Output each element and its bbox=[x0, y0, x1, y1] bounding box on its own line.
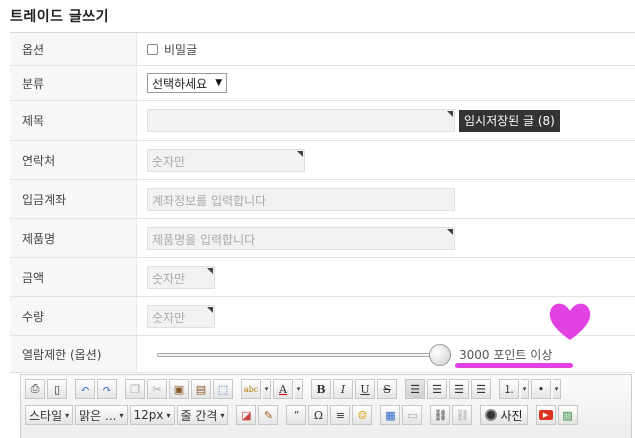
row-price: 금액 숫자만 bbox=[10, 258, 635, 297]
toolbar-row-2: 스타일 ▾ 맑은 ... ▾ 12px ▾ 줄 간격 ▾ ◪ ✎ “ Ω ≡ ☺ ▦ ▭… bbox=[25, 405, 578, 425]
table-icon[interactable]: ▦ bbox=[380, 405, 401, 425]
eraser-icon[interactable]: ◪ bbox=[236, 405, 257, 425]
photo-button[interactable]: 사진 bbox=[480, 405, 528, 425]
product-input[interactable]: 제품명을 입력합니다 bbox=[147, 226, 455, 250]
price-placeholder: 숫자만 bbox=[152, 271, 186, 286]
format-painter-icon[interactable]: ✎ bbox=[258, 405, 279, 425]
row-product: 제품명 제품명을 입력합니다 bbox=[10, 219, 635, 258]
unlink-icon[interactable]: ⛓ bbox=[452, 405, 473, 425]
link-icon[interactable]: ⛓ bbox=[430, 405, 451, 425]
bold-button[interactable]: B bbox=[311, 379, 331, 399]
product-label: 제품명 bbox=[10, 219, 137, 257]
layout-icon[interactable]: ▭ bbox=[402, 405, 423, 425]
point-limit-slider-track[interactable] bbox=[157, 353, 439, 357]
font-family-dropdown-value: 맑은 ... bbox=[79, 408, 117, 423]
line-height-dropdown[interactable]: 줄 간격 ▾ bbox=[176, 405, 229, 425]
category-select-value: 선택하세요 bbox=[152, 76, 208, 91]
bullet-list-icon[interactable]: • bbox=[531, 379, 551, 399]
heart-annotation-icon bbox=[549, 303, 591, 340]
price-input[interactable]: 숫자만 bbox=[147, 265, 215, 289]
align-right-icon[interactable]: ☰ bbox=[449, 379, 469, 399]
chevron-down-icon[interactable]: ▾ bbox=[521, 379, 529, 399]
draft-posts-button[interactable]: 임시저장된 글 (8) bbox=[459, 109, 560, 132]
row-view-limit: 열람제한 (옵션) 3000 포인트 이상 bbox=[10, 336, 635, 373]
align-justify-icon[interactable]: ☰ bbox=[471, 379, 491, 399]
new-document-icon[interactable]: ▯ bbox=[47, 379, 67, 399]
row-quantity: 수량 숫자만 bbox=[10, 297, 635, 336]
page-title: 트레이드 글쓰기 bbox=[10, 9, 110, 25]
paste-icon[interactable]: ▣ bbox=[169, 379, 189, 399]
subject-label: 제목 bbox=[10, 101, 137, 140]
camera-icon bbox=[485, 409, 498, 421]
line-height-dropdown-value: 줄 간격 bbox=[180, 408, 218, 423]
view-limit-label: 열람제한 (옵션) bbox=[10, 336, 137, 372]
subject-input[interactable] bbox=[147, 109, 455, 132]
product-placeholder: 제품명을 입력합니다 bbox=[152, 232, 256, 247]
print-icon[interactable]: ⎙ bbox=[25, 379, 45, 399]
copy-icon[interactable]: ❐ bbox=[125, 379, 145, 399]
trade-write-form: 옵션 비밀글 분류 선택하세요 ▼ 제목 임시저장된 글 (8) 연락처 숫자만 bbox=[10, 32, 635, 373]
chevron-down-icon[interactable]: ▾ bbox=[263, 379, 271, 399]
horizontal-rule-icon[interactable]: ≡ bbox=[330, 405, 351, 425]
option-label: 옵션 bbox=[10, 33, 137, 65]
row-option: 옵션 비밀글 bbox=[10, 33, 635, 66]
toolbar-row-1: ⎙ ▯ ↶ ↷ ❐ ✂ ▣ ▤ ⬚ abc ▾ A ▾ B I U S ☰ ☰ … bbox=[25, 379, 561, 399]
underline-button[interactable]: U bbox=[355, 379, 375, 399]
point-limit-slider-thumb[interactable] bbox=[429, 344, 451, 366]
account-input[interactable]: 계좌정보를 입력합니다 bbox=[147, 187, 455, 211]
select-all-icon[interactable]: ⬚ bbox=[213, 379, 233, 399]
align-center-icon[interactable]: ☰ bbox=[427, 379, 447, 399]
category-select[interactable]: 선택하세요 ▼ bbox=[147, 73, 228, 93]
secret-checkbox-label: 비밀글 bbox=[164, 42, 198, 57]
numbered-list-icon[interactable]: ⒈ bbox=[499, 379, 519, 399]
special-character-icon[interactable]: Ω bbox=[308, 405, 329, 425]
quantity-label: 수량 bbox=[10, 297, 137, 335]
align-left-icon[interactable]: ☰ bbox=[405, 379, 425, 399]
chevron-down-icon[interactable]: ▾ bbox=[553, 379, 561, 399]
paste-text-icon[interactable]: ▤ bbox=[191, 379, 211, 399]
cut-icon[interactable]: ✂ bbox=[147, 379, 167, 399]
editor-toolbar: ⎙ ▯ ↶ ↷ ❐ ✂ ▣ ▤ ⬚ abc ▾ A ▾ B I U S ☰ ☰ … bbox=[20, 374, 632, 438]
row-category: 분류 선택하세요 ▼ bbox=[10, 66, 635, 101]
highlight-underline bbox=[455, 363, 573, 368]
contact-placeholder: 숫자만 bbox=[152, 154, 186, 169]
youtube-icon[interactable]: ▶ bbox=[535, 405, 556, 425]
font-size-dropdown-value: 12px bbox=[133, 408, 164, 422]
contact-input[interactable]: 숫자만 bbox=[147, 148, 305, 172]
row-subject: 제목 임시저장된 글 (8) bbox=[10, 101, 635, 141]
contact-label: 연락처 bbox=[10, 141, 137, 179]
chevron-down-icon: ▼ bbox=[215, 78, 223, 88]
quantity-input[interactable]: 숫자만 bbox=[147, 304, 215, 328]
price-label: 금액 bbox=[10, 258, 137, 296]
redo-icon[interactable]: ↷ bbox=[97, 379, 117, 399]
secret-checkbox[interactable] bbox=[147, 43, 158, 55]
row-account: 입금계좌 계좌정보를 입력합니다 bbox=[10, 180, 635, 219]
font-family-dropdown[interactable]: 맑은 ... ▾ bbox=[75, 405, 128, 425]
photo-button-label: 사진 bbox=[500, 408, 523, 423]
style-dropdown[interactable]: 스타일 ▾ bbox=[25, 405, 74, 425]
font-color-icon[interactable]: A bbox=[273, 379, 293, 399]
row-contact: 연락처 숫자만 bbox=[10, 141, 635, 180]
image-icon[interactable]: ▨ bbox=[557, 405, 578, 425]
style-dropdown-value: 스타일 bbox=[29, 408, 63, 423]
italic-button[interactable]: I bbox=[333, 379, 353, 399]
highlight-color-icon[interactable]: abc bbox=[241, 379, 261, 399]
font-size-dropdown[interactable]: 12px ▾ bbox=[129, 405, 175, 425]
chevron-down-icon[interactable]: ▾ bbox=[295, 379, 303, 399]
quantity-placeholder: 숫자만 bbox=[152, 310, 186, 325]
point-limit-value: 3000 포인트 이상 bbox=[459, 348, 553, 362]
emoticon-icon[interactable]: ☺ bbox=[352, 405, 373, 425]
undo-icon[interactable]: ↶ bbox=[75, 379, 95, 399]
category-label: 분류 bbox=[10, 66, 137, 100]
quote-icon[interactable]: “ bbox=[286, 405, 307, 425]
account-label: 입금계좌 bbox=[10, 180, 137, 218]
strikethrough-button[interactable]: S bbox=[377, 379, 397, 399]
account-placeholder: 계좌정보를 입력합니다 bbox=[152, 193, 267, 208]
